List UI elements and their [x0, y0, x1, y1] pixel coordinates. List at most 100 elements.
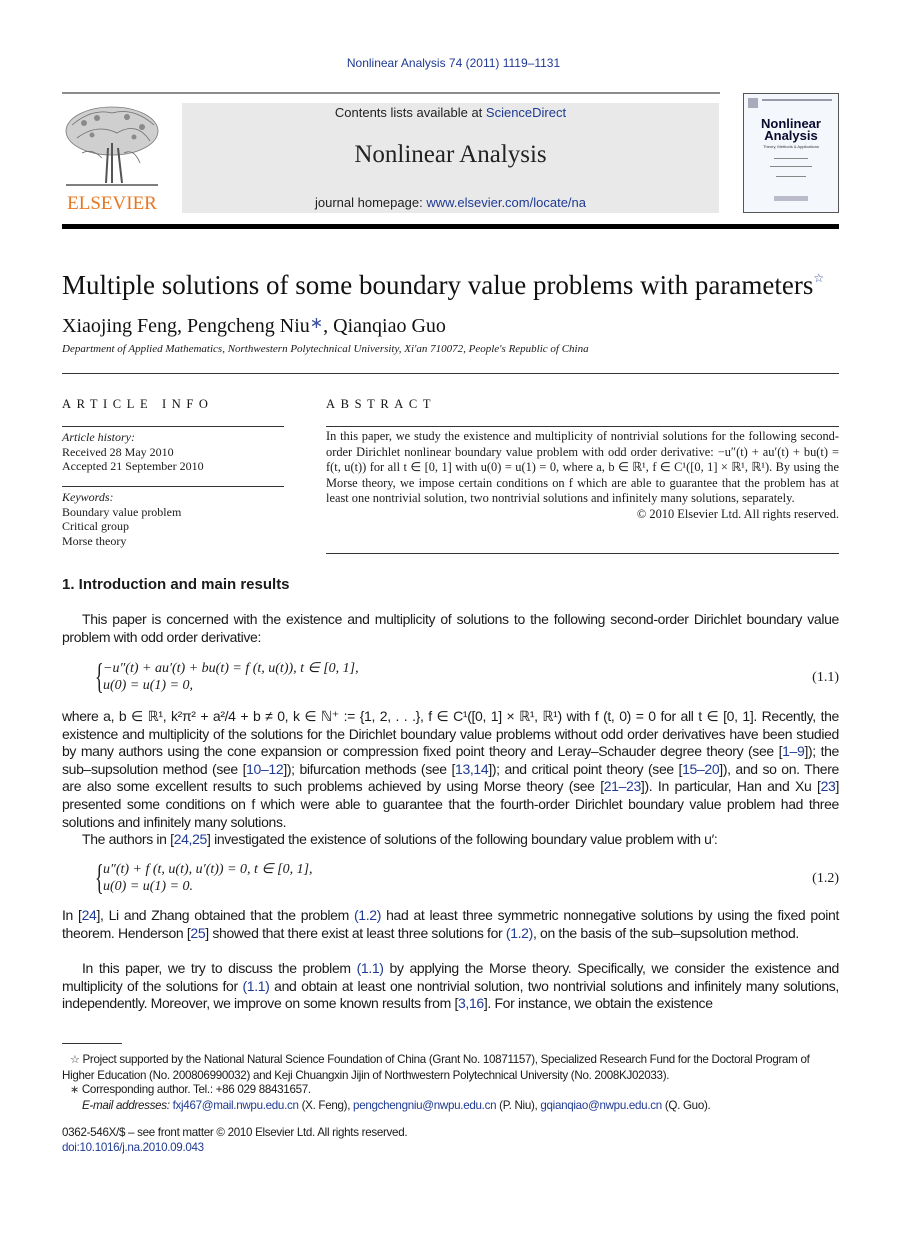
equation-brace: { — [95, 857, 104, 897]
divider — [326, 553, 839, 554]
abstract-heading: ABSTRACT — [326, 397, 437, 411]
funding-text: Project supported by the National Natura… — [62, 1053, 810, 1082]
keywords-block: Keywords: Boundary value problem Critica… — [62, 490, 181, 548]
paragraph-text: In [ — [62, 907, 82, 923]
sciencedirect-link[interactable]: ScienceDirect — [486, 105, 566, 120]
issn-line: 0362-546X/$ – see front matter © 2010 El… — [62, 1126, 408, 1139]
article-info-heading: ARTICLE INFO — [62, 397, 214, 411]
keyword: Critical group — [62, 519, 129, 533]
footnote-rule — [62, 1043, 122, 1044]
equation-line: u″(t) + f (t, u(t), u′(t)) = 0, t ∈ [0, … — [103, 862, 313, 877]
equation-1-1: { −u″(t) + au′(t) + bu(t) = f (t, u(t)),… — [95, 658, 359, 694]
corresponding-author-mark[interactable]: ∗ — [310, 315, 323, 332]
divider — [326, 426, 839, 427]
reference-link[interactable]: 21–23 — [604, 778, 642, 794]
reference-link[interactable]: (1.1) — [357, 960, 384, 976]
reference-link[interactable]: 3,16 — [458, 995, 484, 1011]
section-heading: 1. Introduction and main results — [62, 576, 290, 593]
paragraph-text: ], Li and Zhang obtained that the proble… — [96, 907, 354, 923]
abstract-text: In this paper, we study the existence an… — [326, 429, 839, 506]
footnote-mark: ∗ — [70, 1084, 79, 1096]
paragraph-text: The authors in [ — [82, 831, 174, 847]
divider — [62, 426, 284, 427]
paragraph-text: ] investigated the existence of solution… — [206, 831, 718, 847]
equation-line: u(0) = u(1) = 0. — [103, 879, 194, 894]
journal-banner: Contents lists available at ScienceDirec… — [182, 103, 719, 213]
reference-link[interactable]: 24,25 — [174, 831, 208, 847]
email-owner: (Q. Guo). — [661, 1099, 711, 1112]
reference-link[interactable]: (1.2) — [354, 907, 381, 923]
homepage-prefix: journal homepage: — [315, 195, 427, 210]
equation-1-2: { u″(t) + f (t, u(t), u′(t)) = 0, t ∈ [0… — [95, 859, 313, 895]
equation-line: u(0) = u(1) = 0, — [103, 678, 194, 693]
contents-line: Contents lists available at ScienceDirec… — [182, 105, 719, 120]
history-label: Article history: — [62, 430, 135, 444]
received-date: Received 28 May 2010 — [62, 444, 174, 459]
journal-cover[interactable]: Nonlinear Analysis Theory, Methods & App… — [743, 93, 839, 213]
affiliation: Department of Applied Mathematics, North… — [62, 343, 589, 355]
author-separator: , — [323, 315, 334, 337]
cover-title-line2: Analysis — [764, 128, 818, 143]
reference-link[interactable]: 25 — [190, 925, 205, 941]
article-title: Multiple solutions of some boundary valu… — [62, 270, 824, 301]
author-name: Xiaojing Feng — [62, 315, 177, 337]
cover-title: Nonlinear Analysis — [744, 117, 838, 143]
paragraph: In this paper, we try to discuss the pro… — [62, 960, 839, 1013]
reference-link[interactable]: 23 — [821, 778, 836, 794]
equation-number: (1.2) — [812, 871, 839, 886]
homepage-link[interactable]: www.elsevier.com/locate/na — [426, 195, 586, 210]
reference-link[interactable]: 1–9 — [782, 743, 805, 759]
divider — [62, 373, 839, 374]
equation-line: −u″(t) + au′(t) + bu(t) = f (t, u(t)), t… — [103, 661, 359, 676]
cover-header-bar — [762, 99, 832, 101]
reference-link[interactable]: (1.1) — [242, 978, 269, 994]
paragraph: In [24], Li and Zhang obtained that the … — [62, 907, 839, 942]
equation-number: (1.1) — [812, 670, 839, 685]
cover-line — [774, 158, 808, 159]
reference-link[interactable]: 15–20 — [682, 761, 720, 777]
journal-citation[interactable]: Nonlinear Analysis 74 (2011) 1119–1131 — [0, 56, 907, 70]
paragraph-text: ]. For instance, we obtain the existence — [483, 995, 713, 1012]
title-footnote-mark[interactable]: ☆ — [813, 271, 824, 285]
abstract-copyright: © 2010 Elsevier Ltd. All rights reserved… — [636, 506, 839, 521]
accepted-date: Accepted 21 September 2010 — [62, 459, 204, 473]
paragraph-text: ]); bifurcation methods (see [ — [283, 760, 456, 777]
email-owner: (P. Niu), — [496, 1099, 541, 1112]
cover-logo-icon — [748, 98, 758, 108]
email-link[interactable]: pengchengniu@nwpu.edu.cn — [353, 1099, 496, 1112]
corresponding-footnote: ∗ Corresponding author. Tel.: +86 029 88… — [62, 1082, 839, 1098]
author-separator: , — [177, 315, 187, 337]
paragraph-text: , on the basis of the sub–supsolution me… — [532, 924, 799, 941]
header-thick-rule — [62, 224, 839, 229]
issn-block: 0362-546X/$ – see front matter © 2010 El… — [62, 1125, 408, 1155]
reference-link[interactable]: 13,14 — [455, 761, 489, 777]
paragraph-text: In this paper, we try to discuss the pro… — [82, 960, 357, 976]
reference-link[interactable]: 10–12 — [246, 761, 284, 777]
email-link[interactable]: gqianqiao@nwpu.edu.cn — [540, 1099, 662, 1112]
paragraph: This paper is concerned with the existen… — [62, 611, 839, 645]
cover-subtitle: Theory, Methods & Applications — [763, 144, 819, 149]
keyword: Morse theory — [62, 533, 127, 548]
email-label: E-mail addresses: — [82, 1099, 173, 1112]
header-rule — [62, 92, 720, 94]
elsevier-wordmark: ELSEVIER — [67, 193, 157, 214]
equation-brace: { — [95, 656, 104, 696]
author-list: Xiaojing Feng, Pengcheng Niu∗, Qianqiao … — [62, 313, 446, 338]
author-name: Pengcheng Niu — [187, 315, 310, 337]
paragraph-text: ]); and critical point theory (see [ — [488, 760, 683, 777]
corresponding-text: Corresponding author. Tel.: +86 029 8843… — [81, 1083, 311, 1096]
keywords-label: Keywords: — [62, 490, 114, 504]
reference-link[interactable]: (1.2) — [506, 925, 533, 941]
paragraph-text: ] showed that there exist at least three… — [205, 924, 506, 941]
reference-link[interactable]: 24 — [82, 907, 97, 923]
email-link[interactable]: fxj467@mail.nwpu.edu.cn — [173, 1099, 299, 1112]
paragraph: where a, b ∈ ℝ¹, k²π² + a²/4 + b ≠ 0, k … — [62, 708, 839, 831]
email-footnote: E-mail addresses: fxj467@mail.nwpu.edu.c… — [62, 1098, 839, 1113]
doi-link[interactable]: doi:10.1016/j.na.2010.09.043 — [62, 1140, 407, 1155]
cover-line — [776, 176, 806, 177]
cover-sciencedirect-badge — [774, 196, 808, 201]
elsevier-logo[interactable]: ELSEVIER — [62, 103, 162, 215]
funding-footnote: ☆ Project supported by the National Natu… — [62, 1052, 839, 1083]
homepage-line: journal homepage: www.elsevier.com/locat… — [182, 195, 719, 210]
paragraph-text: ]). In particular, Han and Xu [ — [640, 778, 821, 795]
